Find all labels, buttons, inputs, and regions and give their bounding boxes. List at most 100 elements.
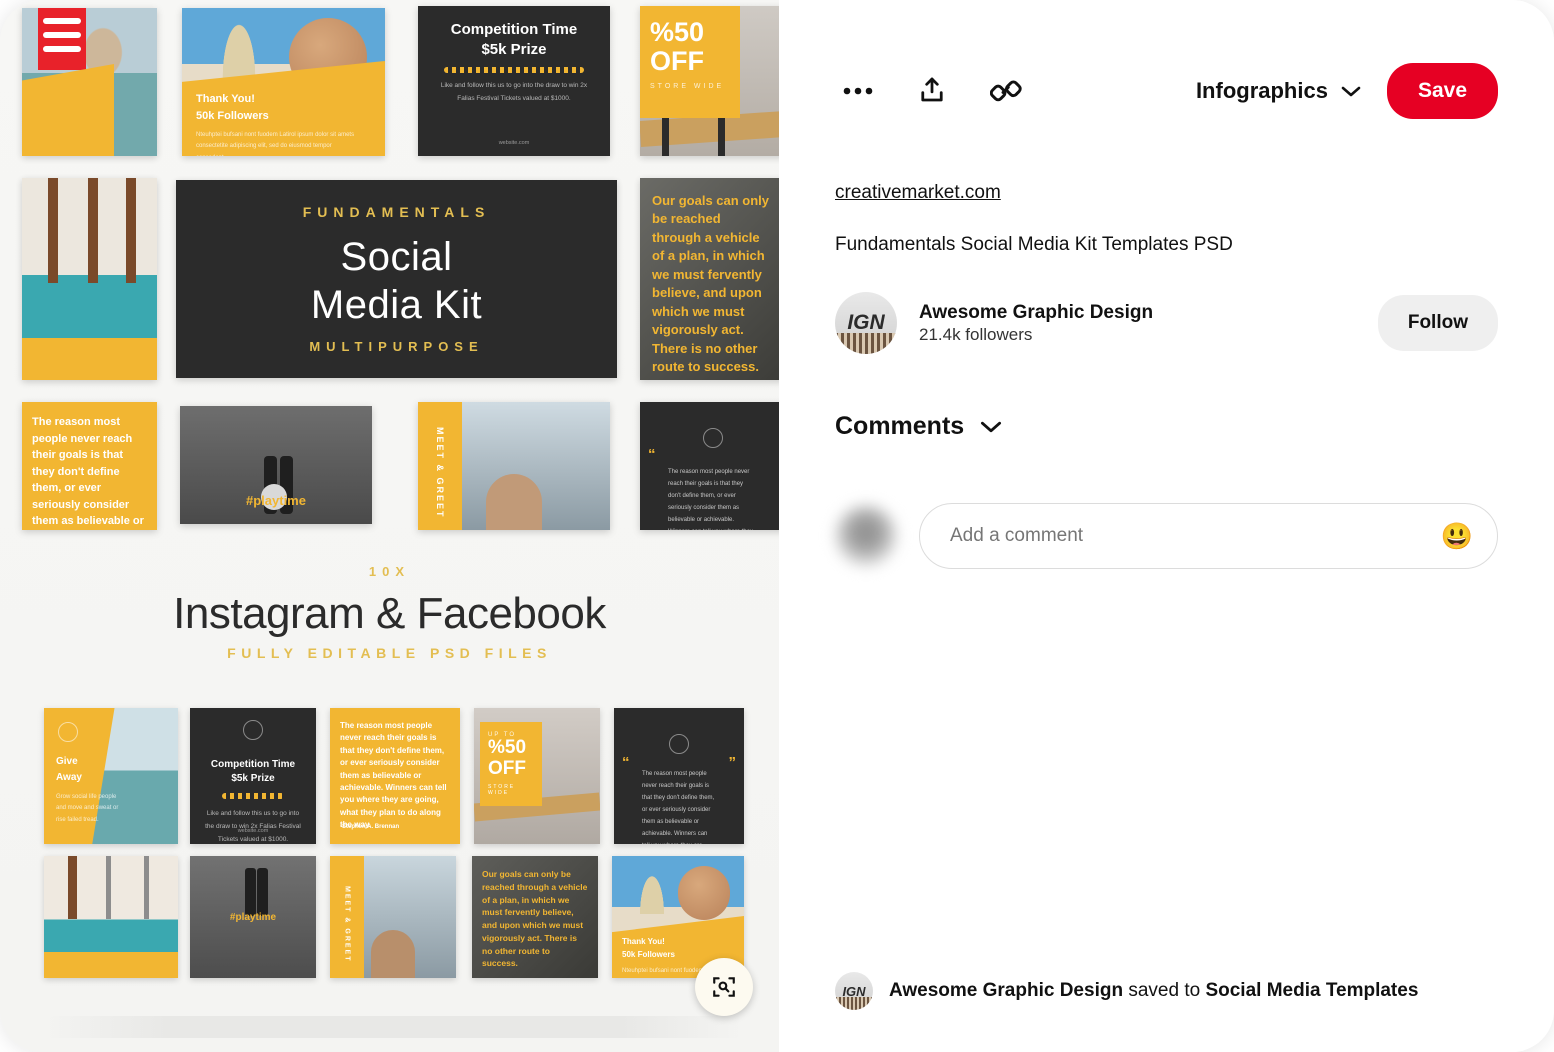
- pin-detail-pane: Infographics Save creativemarket.com Fun…: [779, 0, 1554, 1052]
- card-quote-text: Our goals can only be reached through a …: [652, 193, 770, 375]
- template-card-hero: FUNDAMENTALS Social Media Kit MULTIPURPO…: [176, 180, 617, 378]
- hero-subline: MULTIPURPOSE: [309, 338, 484, 354]
- hero-line2: Media Kit: [310, 282, 483, 327]
- card-decor: [126, 178, 136, 284]
- pin-image[interactable]: Thank You! 50k Followers Nteuhptei bufsa…: [0, 0, 779, 1052]
- card-offer-word: OFF: [650, 45, 704, 76]
- card-thank-you-line1: Thank You!: [196, 93, 255, 105]
- card-thank-you-body: Nteuhptei bufsani nont fuodem Latirol ip…: [196, 132, 355, 156]
- follow-button[interactable]: Follow: [1377, 295, 1498, 351]
- card-offer-sub: STORE WIDE: [650, 83, 725, 91]
- card-decor: [48, 178, 58, 284]
- template-mini-goals-quote: Our goals can only be reached through a …: [472, 856, 598, 978]
- template-card-quote: Our goals can only be reached through a …: [640, 178, 779, 380]
- template-card-offer: %50 OFF STORE WIDE: [640, 6, 779, 156]
- mini-playtime-label: #playtime: [229, 912, 277, 924]
- hero-eyebrow: FUNDAMENTALS: [302, 204, 491, 221]
- card-competition-body: Like and follow this us to go into the d…: [440, 81, 588, 102]
- saved-middle: saved to: [1123, 980, 1206, 1001]
- creator-meta: Awesome Graphic Design 21.4k followers: [919, 301, 1153, 346]
- pin-title: Fundamentals Social Media Kit Templates …: [835, 234, 1233, 255]
- card-competition-line2: $5k Prize: [481, 41, 547, 59]
- more-options-button[interactable]: [835, 68, 881, 114]
- mini-competition-content: Competition Time $5k Prize Like and foll…: [190, 708, 316, 844]
- saved-avatar[interactable]: IGN: [835, 972, 873, 1010]
- template-mini-offer: UP TO %50 OFF STORE WIDE: [474, 708, 600, 844]
- mini-amber-quote-author: -Stephen A. Brennan: [340, 824, 400, 830]
- template-mini-competition: Competition Time $5k Prize Like and foll…: [190, 708, 316, 844]
- saved-text: Awesome Graphic Design saved to Social M…: [889, 980, 1418, 1002]
- mini-competition-body: Like and follow this us to go into the d…: [205, 810, 301, 843]
- template-card-pool: [22, 178, 157, 380]
- save-button[interactable]: Save: [1386, 63, 1498, 119]
- pin-closeup: Thank You! 50k Followers Nteuhptei bufsa…: [0, 0, 1554, 1052]
- mini-offer-sub: STORE WIDE: [488, 784, 516, 797]
- card-badge-icon: [702, 428, 723, 448]
- banner-eyebrow: 10X: [368, 564, 411, 579]
- copy-link-button[interactable]: [983, 68, 1029, 114]
- chevron-down-icon: [981, 421, 1002, 432]
- banner-subline: FULLY EDITABLE PSD FILES: [227, 645, 552, 661]
- visual-search-button[interactable]: [695, 958, 753, 1016]
- template-mini-dark-quote: “ ” The reason most people never reach t…: [614, 708, 744, 844]
- creator-row: IGN Awesome Graphic Design 21.4k followe…: [835, 292, 1498, 354]
- mini-offer-number: %50: [488, 737, 527, 758]
- add-comment-row: 😃: [835, 503, 1498, 569]
- board-selector[interactable]: Infographics: [1196, 78, 1361, 104]
- card-color-block: %50 OFF STORE WIDE: [640, 6, 740, 118]
- card-offer-number: %50: [650, 17, 705, 47]
- card-decor: [220, 16, 258, 78]
- card-decor: [88, 178, 98, 284]
- card-thank-you-line2: 50k Followers: [196, 109, 269, 122]
- more-horizontal-icon: [843, 87, 873, 95]
- flag-graphic: [38, 8, 86, 70]
- banner-headline: Instagram & Facebook: [173, 589, 606, 638]
- creator-name[interactable]: Awesome Graphic Design: [919, 301, 1153, 326]
- chevron-down-icon: [1341, 86, 1361, 96]
- share-button[interactable]: [909, 68, 955, 114]
- hero-content: FUNDAMENTALS Social Media Kit MULTIPURPO…: [176, 180, 617, 378]
- board-name: Infographics: [1195, 78, 1328, 103]
- mini-dark-quote-body: The reason most people never reach their…: [642, 771, 715, 844]
- image-bottom-strip: [44, 1016, 744, 1038]
- mini-competition-line1: Competition Time: [210, 759, 296, 770]
- mini-thank-you-line1: Thank You!: [622, 937, 665, 946]
- template-mini-playtime: #playtime: [190, 856, 316, 978]
- current-user-avatar[interactable]: [835, 505, 897, 567]
- template-card-dark-quote: “ The reason most people never reach the…: [640, 402, 779, 530]
- template-mini-meet-greet: MEET & GREET: [330, 856, 456, 978]
- hero-line1: Social: [340, 235, 453, 280]
- quote-open-icon: “: [622, 754, 630, 772]
- card-decor: [662, 116, 669, 156]
- card-figure: [486, 474, 542, 530]
- share-icon: [921, 77, 943, 102]
- emoji-picker-icon[interactable]: 😃: [1441, 521, 1473, 552]
- avatar[interactable]: IGN: [835, 292, 897, 354]
- quote-close-icon: ”: [728, 754, 737, 772]
- quote-open-icon: “: [648, 445, 656, 463]
- template-card-competition: Competition Time $5k Prize Like and foll…: [418, 6, 610, 156]
- comments-header[interactable]: Comments: [835, 412, 1498, 441]
- comment-input-wrapper[interactable]: 😃: [919, 503, 1498, 569]
- mini-give-body: Grow social life people and move and swe…: [56, 793, 119, 823]
- card-competition-line1: Competition Time: [450, 21, 578, 38]
- comment-input[interactable]: [950, 525, 1441, 547]
- comments-title: Comments: [835, 412, 965, 440]
- mini-give-line2: Away: [56, 771, 82, 783]
- mini-offer-word: OFF: [488, 757, 526, 779]
- saved-to-bar: IGN Awesome Graphic Design saved to Soci…: [835, 972, 1498, 1052]
- card-color-block: [22, 338, 157, 380]
- template-card-meet-greet: MEET & GREET: [418, 402, 610, 530]
- source-link[interactable]: creativemarket.com: [835, 182, 1498, 204]
- card-quote-content: Our goals can only be reached through a …: [640, 178, 779, 380]
- image-banner: 10X Instagram & Facebook FULLY EDITABLE …: [0, 538, 779, 698]
- card-offer-content: %50 OFF STORE WIDE: [640, 6, 740, 118]
- card-meet-greet-label: MEET & GREET: [418, 402, 462, 530]
- mini-dark-quote-content: “ ” The reason most people never reach t…: [614, 708, 744, 844]
- mini-goals-quote-text: Our goals can only be reached through a …: [482, 869, 588, 969]
- wave-divider: [444, 66, 584, 73]
- template-mini-give-away: Give Away Grow social life people and mo…: [44, 708, 178, 844]
- card-amber-quote-text: The reason most people never reach their…: [32, 416, 144, 527]
- link-icon: [990, 80, 1022, 102]
- template-mini-pool: [44, 856, 178, 978]
